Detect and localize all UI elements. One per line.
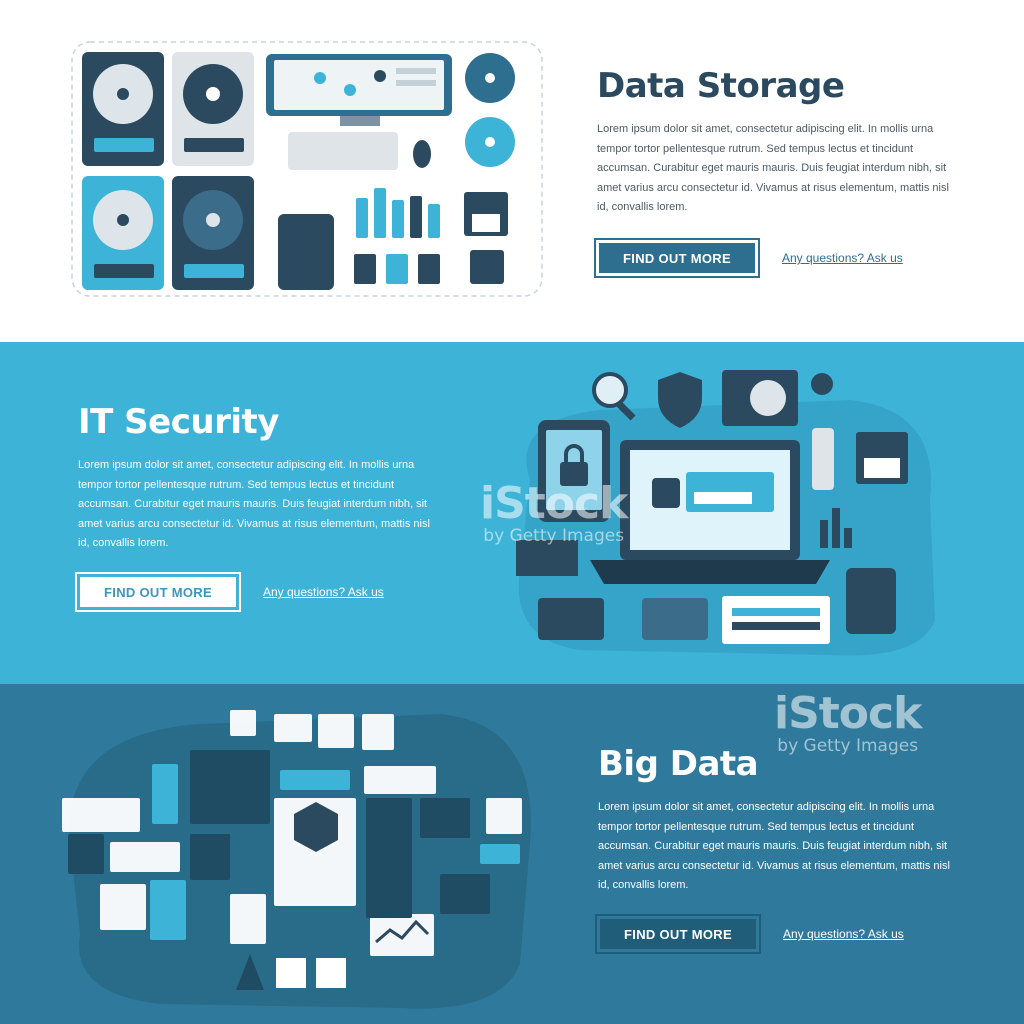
storage-copy: Data Storage Lorem ipsum dolor sit amet,… [597, 66, 957, 218]
tile [362, 714, 394, 750]
tile [318, 714, 354, 748]
storage-title: Data Storage [597, 66, 845, 106]
bigdata-body: Lorem ipsum dolor sit amet, consectetur … [598, 801, 950, 891]
key-icon [812, 428, 834, 490]
floppy-disk-icon [464, 192, 508, 236]
external-drive-icon [278, 214, 334, 290]
security-cta-row: FIND OUT MORE Any questions? Ask us [75, 572, 384, 612]
keyboard-icon [288, 132, 398, 170]
bigdata-copy: Big Data Lorem ipsum dolor sit amet, con… [598, 744, 958, 896]
tile [366, 798, 412, 918]
gear-icon [811, 373, 833, 395]
tile [110, 842, 180, 872]
tile [150, 880, 186, 940]
banner-data-storage: Data Storage Lorem ipsum dolor sit amet,… [0, 0, 1024, 342]
tile [364, 766, 436, 794]
storage-body: Lorem ipsum dolor sit amet, consectetur … [597, 123, 949, 213]
hard-drive-icon [82, 176, 164, 290]
tile [370, 914, 434, 956]
credit-card-icon [538, 598, 604, 640]
tile [420, 798, 470, 838]
usb-stick-icon [356, 188, 440, 238]
firewall-icon [516, 540, 578, 576]
it-security-illustration [516, 370, 935, 656]
bigdata-title: Big Data [598, 744, 759, 784]
tile [230, 710, 256, 736]
pyramid-icon [190, 750, 270, 824]
sd-card-icon [354, 254, 440, 284]
tile [190, 834, 230, 880]
banner-big-data: Big Data Lorem ipsum dolor sit amet, con… [0, 684, 1024, 1024]
tile [152, 764, 178, 824]
external-drive-icon [846, 568, 896, 634]
hard-drive-icon [82, 52, 164, 166]
tile [230, 894, 266, 944]
tile [316, 958, 346, 988]
tile [480, 844, 520, 864]
hard-drive-icon [172, 176, 254, 290]
tile [440, 874, 490, 914]
tile [276, 958, 306, 988]
chip-icon [470, 250, 504, 284]
tile [68, 834, 104, 874]
security-title: IT Security [78, 402, 279, 442]
bigdata-find-out-more-button[interactable]: FIND OUT MORE [595, 914, 761, 954]
security-find-out-more-button[interactable]: FIND OUT MORE [75, 572, 241, 612]
mouse-icon [413, 140, 431, 168]
padlock-icon [538, 420, 610, 522]
storage-cta-row: FIND OUT MORE Any questions? Ask us [594, 238, 903, 278]
tile [100, 884, 146, 930]
laptop-icon [590, 440, 830, 584]
security-body: Lorem ipsum dolor sit amet, consectetur … [78, 459, 430, 549]
tile [62, 798, 140, 832]
big-data-illustration [62, 710, 531, 1009]
tile [280, 770, 350, 790]
tile [486, 798, 522, 834]
security-ask-us-link[interactable]: Any questions? Ask us [263, 585, 384, 599]
hard-drive-icon [172, 52, 254, 166]
monitor-icon [266, 54, 452, 126]
cd-icon [465, 117, 515, 167]
bigdata-ask-us-link[interactable]: Any questions? Ask us [783, 927, 904, 941]
bigdata-cta-row: FIND OUT MORE Any questions? Ask us [595, 914, 904, 954]
storage-find-out-more-button[interactable]: FIND OUT MORE [594, 238, 760, 278]
cd-icon [465, 53, 515, 103]
tile [274, 714, 312, 742]
banner-it-security: IT Security Lorem ipsum dolor sit amet, … [0, 342, 1024, 684]
data-storage-illustration [71, 41, 543, 297]
credit-card-icon [642, 598, 708, 640]
security-copy: IT Security Lorem ipsum dolor sit amet, … [78, 402, 438, 554]
storage-ask-us-link[interactable]: Any questions? Ask us [782, 251, 903, 265]
